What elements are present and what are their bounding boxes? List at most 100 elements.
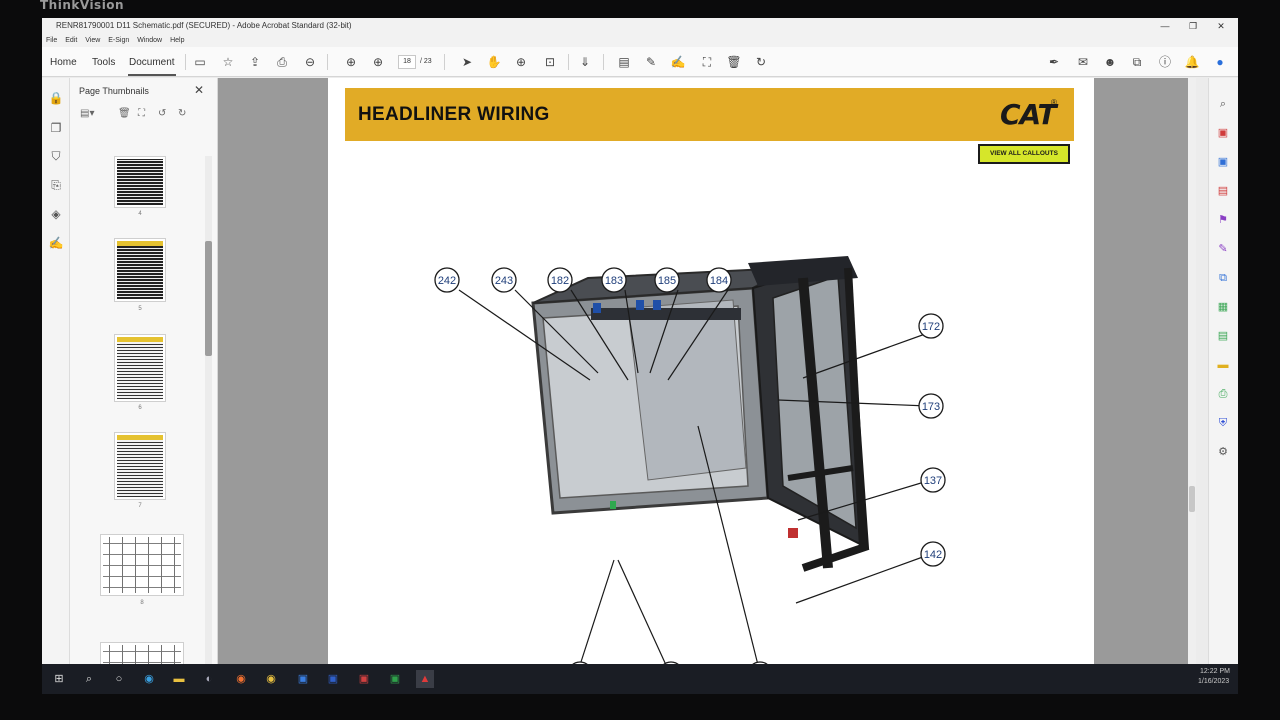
tab-document[interactable]: Document: [129, 57, 175, 68]
next-page-icon[interactable]: ⊕: [370, 54, 386, 70]
search-icon[interactable]: ⌕: [1215, 96, 1231, 112]
protect-shield-icon[interactable]: ⛨: [1215, 415, 1231, 431]
export-pdf-icon[interactable]: ▣: [1215, 125, 1231, 141]
close-panel-button[interactable]: ✕: [194, 83, 204, 97]
save-icon[interactable]: ▭: [192, 54, 208, 70]
menu-edit[interactable]: Edit: [65, 37, 77, 44]
menu-view[interactable]: View: [85, 37, 100, 44]
callout-242[interactable]: 242: [434, 267, 460, 293]
marquee-zoom-icon[interactable]: ⊡: [542, 54, 558, 70]
share-user-icon[interactable]: ☻: [1102, 54, 1118, 70]
print-icon[interactable]: ⎙: [274, 54, 290, 70]
document-scrollbar[interactable]: [1188, 78, 1196, 674]
menu-help[interactable]: Help: [170, 37, 184, 44]
document-scrollbar-handle[interactable]: [1189, 486, 1195, 512]
fill-sign-tool-icon[interactable]: ✎: [1215, 241, 1231, 257]
chrome-icon[interactable]: ◉: [262, 670, 280, 688]
comment-icon[interactable]: ▤: [616, 54, 632, 70]
cloud-sync-icon[interactable]: ⧉: [1129, 54, 1145, 70]
callout-label: 137: [924, 475, 942, 487]
callout-142[interactable]: 142: [920, 541, 946, 567]
zoom-out-icon[interactable]: ⊖: [302, 54, 318, 70]
callout-label: 142: [924, 549, 942, 561]
fill-sign-icon[interactable]: ✒: [1046, 54, 1062, 70]
share-icon[interactable]: ⚑: [1215, 212, 1231, 228]
stamp-icon[interactable]: ⛶: [699, 54, 715, 70]
select-pointer-icon[interactable]: ➤: [459, 54, 475, 70]
page-thumbnails-icon[interactable]: ❐: [48, 120, 64, 136]
thumbnail-scrollbar-handle[interactable]: [205, 241, 212, 356]
rotate-ccw-icon[interactable]: ↺: [158, 108, 166, 119]
view-all-callouts-button[interactable]: VIEW ALL CALLOUTS: [978, 144, 1070, 164]
print-production-icon[interactable]: ⎙: [1215, 386, 1231, 402]
help-icon[interactable]: ⓘ: [1157, 54, 1173, 70]
scan-ocr-icon[interactable]: ▦: [1215, 299, 1231, 315]
callout-173[interactable]: 173: [918, 393, 944, 419]
excel-icon[interactable]: ▣: [386, 670, 404, 688]
signatures-icon[interactable]: ✍: [48, 235, 64, 251]
previous-page-icon[interactable]: ⊕: [343, 54, 359, 70]
upload-cloud-icon[interactable]: ⇪: [247, 54, 263, 70]
organize-pages-icon[interactable]: ⧉: [1215, 270, 1231, 286]
thumbnail-page-7[interactable]: [114, 432, 166, 500]
attachments-icon[interactable]: ⎘: [48, 177, 64, 193]
powerpoint-icon[interactable]: ▣: [355, 670, 373, 688]
app-icon[interactable]: ◐: [200, 670, 218, 688]
rotate-cw-icon[interactable]: ↻: [178, 108, 186, 119]
callout-182[interactable]: 182: [547, 267, 573, 293]
thumbnail-options-icon[interactable]: ▤▾: [80, 108, 94, 119]
menu-esign[interactable]: E-Sign: [108, 37, 129, 44]
callout-183[interactable]: 183: [601, 267, 627, 293]
menu-file[interactable]: File: [46, 37, 57, 44]
edit-pdf-icon[interactable]: ▤: [1215, 328, 1231, 344]
hand-tool-icon[interactable]: ✋: [486, 54, 502, 70]
acrobat-icon[interactable]: ▲: [416, 670, 434, 688]
tab-tools[interactable]: Tools: [92, 57, 115, 68]
firefox-icon[interactable]: ◉: [232, 670, 250, 688]
create-pdf-icon[interactable]: ▣: [1215, 154, 1231, 170]
thumbnail-page-5[interactable]: [114, 238, 166, 302]
zoom-in-icon[interactable]: ⊕: [513, 54, 529, 70]
extract-page-icon[interactable]: ⛶: [138, 108, 145, 119]
thumbnail-page-8[interactable]: [100, 534, 184, 596]
tab-home[interactable]: Home: [50, 57, 77, 68]
bookmarks-icon[interactable]: ⛉: [48, 148, 64, 164]
comment-tool-icon[interactable]: ▬: [1215, 357, 1231, 373]
callout-185[interactable]: 185: [654, 267, 680, 293]
close-window-button[interactable]: ✕: [1210, 19, 1232, 33]
sign-icon[interactable]: ✍: [670, 54, 686, 70]
layers-icon[interactable]: ◈: [48, 206, 64, 222]
edge-browser-icon[interactable]: ◉: [140, 670, 158, 688]
account-avatar-icon[interactable]: ●: [1212, 54, 1228, 70]
more-tools-icon[interactable]: ⚙: [1215, 444, 1231, 460]
email-icon[interactable]: ✉: [1075, 54, 1091, 70]
combine-files-icon[interactable]: ▤: [1215, 183, 1231, 199]
callout-172[interactable]: 172: [918, 313, 944, 339]
fit-page-icon[interactable]: ⇓: [577, 54, 593, 70]
highlight-pen-icon[interactable]: ✎: [643, 54, 659, 70]
thumbnail-page-6[interactable]: [114, 334, 166, 402]
maximize-button[interactable]: ❐: [1182, 19, 1204, 33]
thumbnail-scrollbar[interactable]: [205, 156, 212, 676]
delete-icon[interactable]: 🗑: [726, 54, 742, 70]
bookmark-star-icon[interactable]: ☆: [220, 54, 236, 70]
menu-window[interactable]: Window: [137, 37, 162, 44]
minimize-button[interactable]: —: [1154, 19, 1176, 33]
start-windows-icon[interactable]: ⊞: [50, 670, 68, 688]
callout-184[interactable]: 184: [706, 267, 732, 293]
thumbnail-page-4[interactable]: [114, 156, 166, 208]
delete-page-icon[interactable]: 🗑: [118, 108, 131, 119]
callout-243[interactable]: 243: [491, 267, 517, 293]
notification-bell-icon[interactable]: 🔔: [1184, 54, 1200, 70]
rotate-icon[interactable]: ↻: [753, 54, 769, 70]
lock-icon[interactable]: 🔒: [48, 90, 64, 106]
word-icon[interactable]: ▣: [324, 670, 342, 688]
callout-137[interactable]: 137: [920, 467, 946, 493]
taskbar-search-icon[interactable]: ⌕: [80, 670, 98, 688]
outlook-icon[interactable]: ▣: [294, 670, 312, 688]
clock-date[interactable]: 1/16/2023: [1198, 678, 1229, 685]
file-explorer-icon[interactable]: ▬: [170, 670, 188, 688]
cortana-icon[interactable]: ○: [110, 670, 128, 688]
page-number-input[interactable]: 18: [398, 55, 416, 69]
clock-time[interactable]: 12:22 PM: [1200, 668, 1230, 675]
